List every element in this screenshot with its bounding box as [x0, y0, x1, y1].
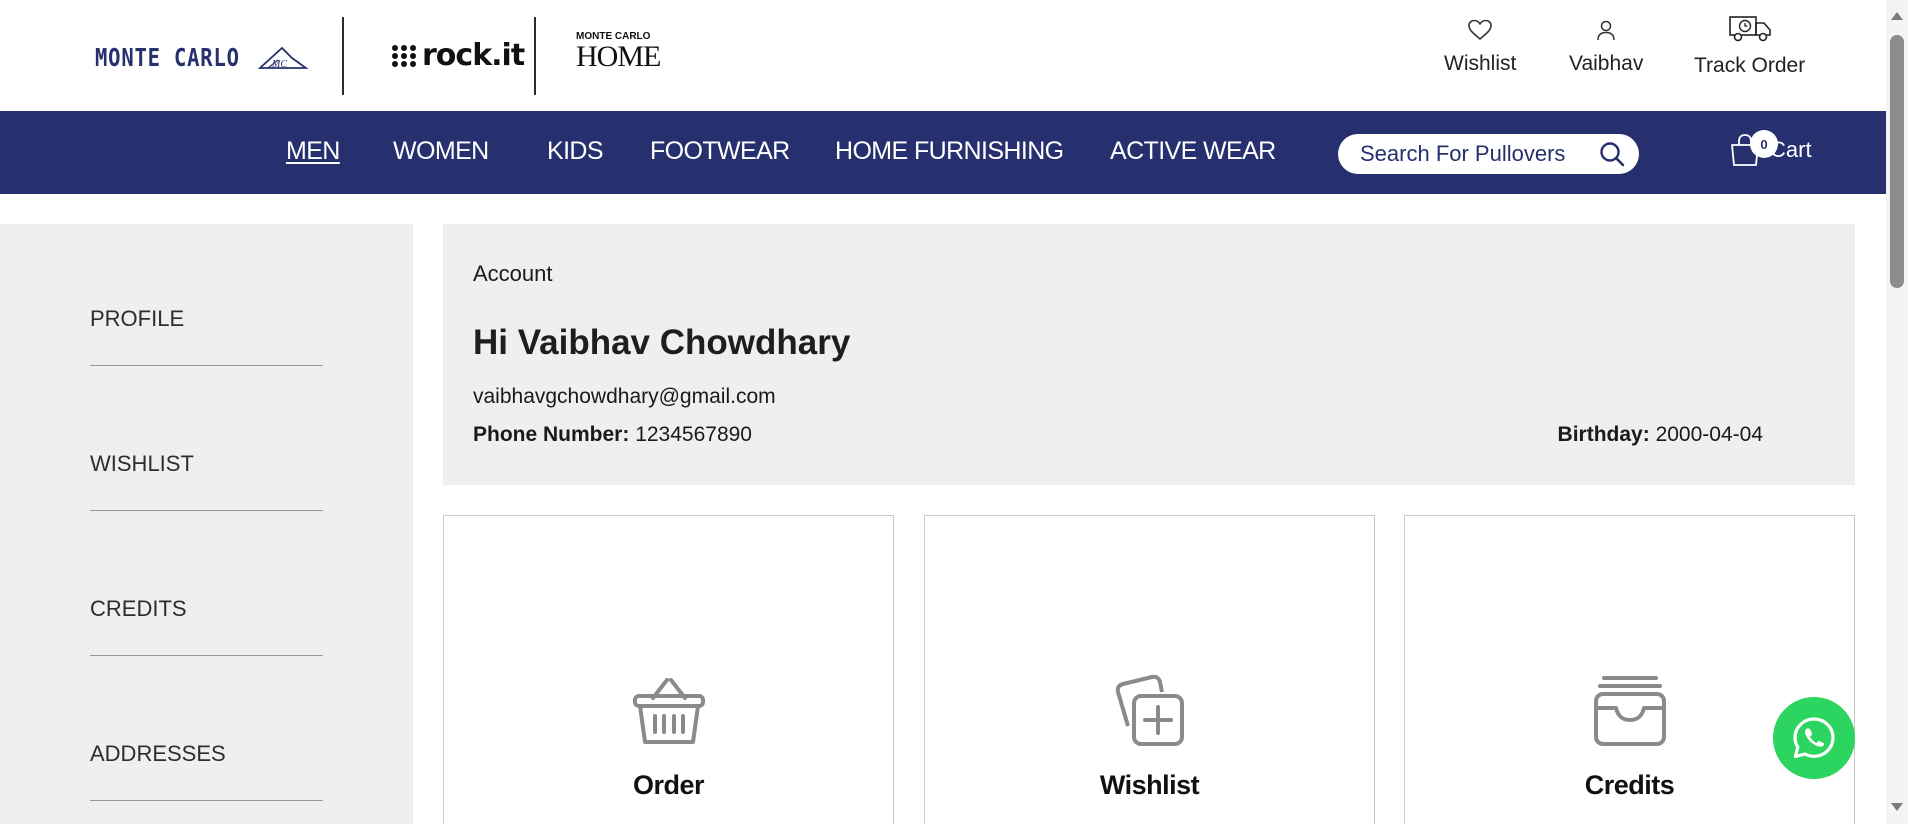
logo-divider [342, 17, 344, 95]
basket-icon [632, 678, 705, 744]
user-greeting: Hi Vaibhav Chowdhary [473, 323, 851, 362]
rockit-dots-icon [392, 44, 417, 67]
monte-carlo-logo[interactable]: MONTE CARLO MC [95, 40, 308, 74]
wallet-tray-icon [1593, 676, 1666, 746]
scrollbar-thumb[interactable] [1890, 35, 1904, 288]
search-box [1338, 134, 1639, 174]
scroll-down-arrow-icon[interactable] [1891, 803, 1903, 811]
sidebar-item-wishlist[interactable]: WISHLIST [90, 451, 323, 511]
whatsapp-chat-button[interactable] [1773, 697, 1855, 779]
birthday-value: 2000-04-04 [1655, 423, 1763, 446]
logo-divider [534, 17, 536, 95]
order-tile-label: Order [632, 770, 705, 800]
nav-item-women[interactable]: WOMEN [393, 137, 489, 166]
top-header: MONTE CARLO MC rock.it MONTE CARLO HOME … [0, 0, 1886, 111]
search-icon[interactable] [1599, 141, 1625, 167]
whatsapp-icon [1793, 717, 1835, 759]
page-title: Account [473, 261, 553, 286]
sidebar-item-label: PROFILE [90, 306, 185, 331]
cart-button[interactable]: 0 Cart [1728, 130, 1812, 167]
nav-item-footwear[interactable]: FOOTWEAR [650, 137, 790, 166]
sidebar-item-label: WISHLIST [90, 451, 194, 476]
nav-item-home-furnishing[interactable]: HOME FURNISHING [835, 137, 1064, 166]
header-user-label: Vaibhav [1569, 52, 1644, 75]
add-to-collection-icon [1115, 674, 1184, 746]
sidebar-item-addresses[interactable]: ADDRESSES [90, 741, 323, 801]
user-icon [1597, 20, 1615, 41]
birthday-label: Birthday: [1557, 423, 1650, 446]
phone-label: Phone Number: [473, 423, 630, 446]
monte-carlo-mountain-icon: MC [257, 46, 308, 70]
monte-carlo-wordmark: MONTE CARLO [95, 42, 240, 72]
svg-text:MC: MC [271, 59, 287, 70]
sidebar-item-credits[interactable]: CREDITS [90, 596, 323, 656]
header-wishlist-link[interactable]: Wishlist [1444, 18, 1516, 76]
account-summary-card: Account Hi Vaibhav Chowdhary vaibhavgcho… [443, 224, 1855, 485]
delivery-truck-icon [1728, 16, 1771, 42]
page-scrollbar[interactable] [1886, 0, 1908, 824]
nav-item-men[interactable]: MEN [286, 137, 340, 166]
credits-tile-label: Credits [1584, 770, 1675, 800]
header-track-order-label: Track Order [1694, 54, 1806, 77]
credits-tile[interactable]: Credits [1404, 515, 1855, 824]
cart-count-badge: 0 [1750, 130, 1778, 158]
home-logo-big-text: HOME [576, 40, 661, 73]
sidebar-item-profile[interactable]: PROFILE [90, 306, 323, 366]
sidebar-item-label: CREDITS [90, 596, 187, 621]
heart-icon [1468, 19, 1492, 41]
wishlist-tile-label: Wishlist [1099, 770, 1200, 800]
user-birthday: Birthday: 2000-04-04 [1558, 423, 1763, 447]
wishlist-tile[interactable]: Wishlist [924, 515, 1375, 824]
nav-item-active-wear[interactable]: ACTIVE WEAR [1110, 137, 1276, 166]
phone-value: 1234567890 [635, 423, 752, 446]
user-email: vaibhavgchowdhary@gmail.com [473, 385, 776, 408]
user-phone: Phone Number: 1234567890 [473, 423, 752, 447]
rockit-wordmark: rock.it [422, 38, 525, 73]
rockit-logo[interactable]: rock.it [392, 38, 525, 73]
monte-carlo-home-logo[interactable]: MONTE CARLO HOME [576, 32, 661, 73]
header-wishlist-label: Wishlist [1444, 52, 1517, 75]
main-nav-bar: MEN WOMEN KIDS FOOTWEAR HOME FURNISHING … [0, 111, 1886, 194]
scroll-up-arrow-icon[interactable] [1891, 12, 1903, 20]
header-track-order-link[interactable]: Track Order [1694, 14, 1805, 78]
search-input[interactable] [1360, 141, 1580, 167]
sidebar-item-label: ADDRESSES [90, 741, 226, 766]
header-user-link[interactable]: Vaibhav [1569, 18, 1643, 76]
account-sidebar: PROFILE WISHLIST CREDITS ADDRESSES [0, 224, 413, 824]
order-tile[interactable]: Order [443, 515, 894, 824]
nav-item-kids[interactable]: KIDS [547, 137, 604, 166]
